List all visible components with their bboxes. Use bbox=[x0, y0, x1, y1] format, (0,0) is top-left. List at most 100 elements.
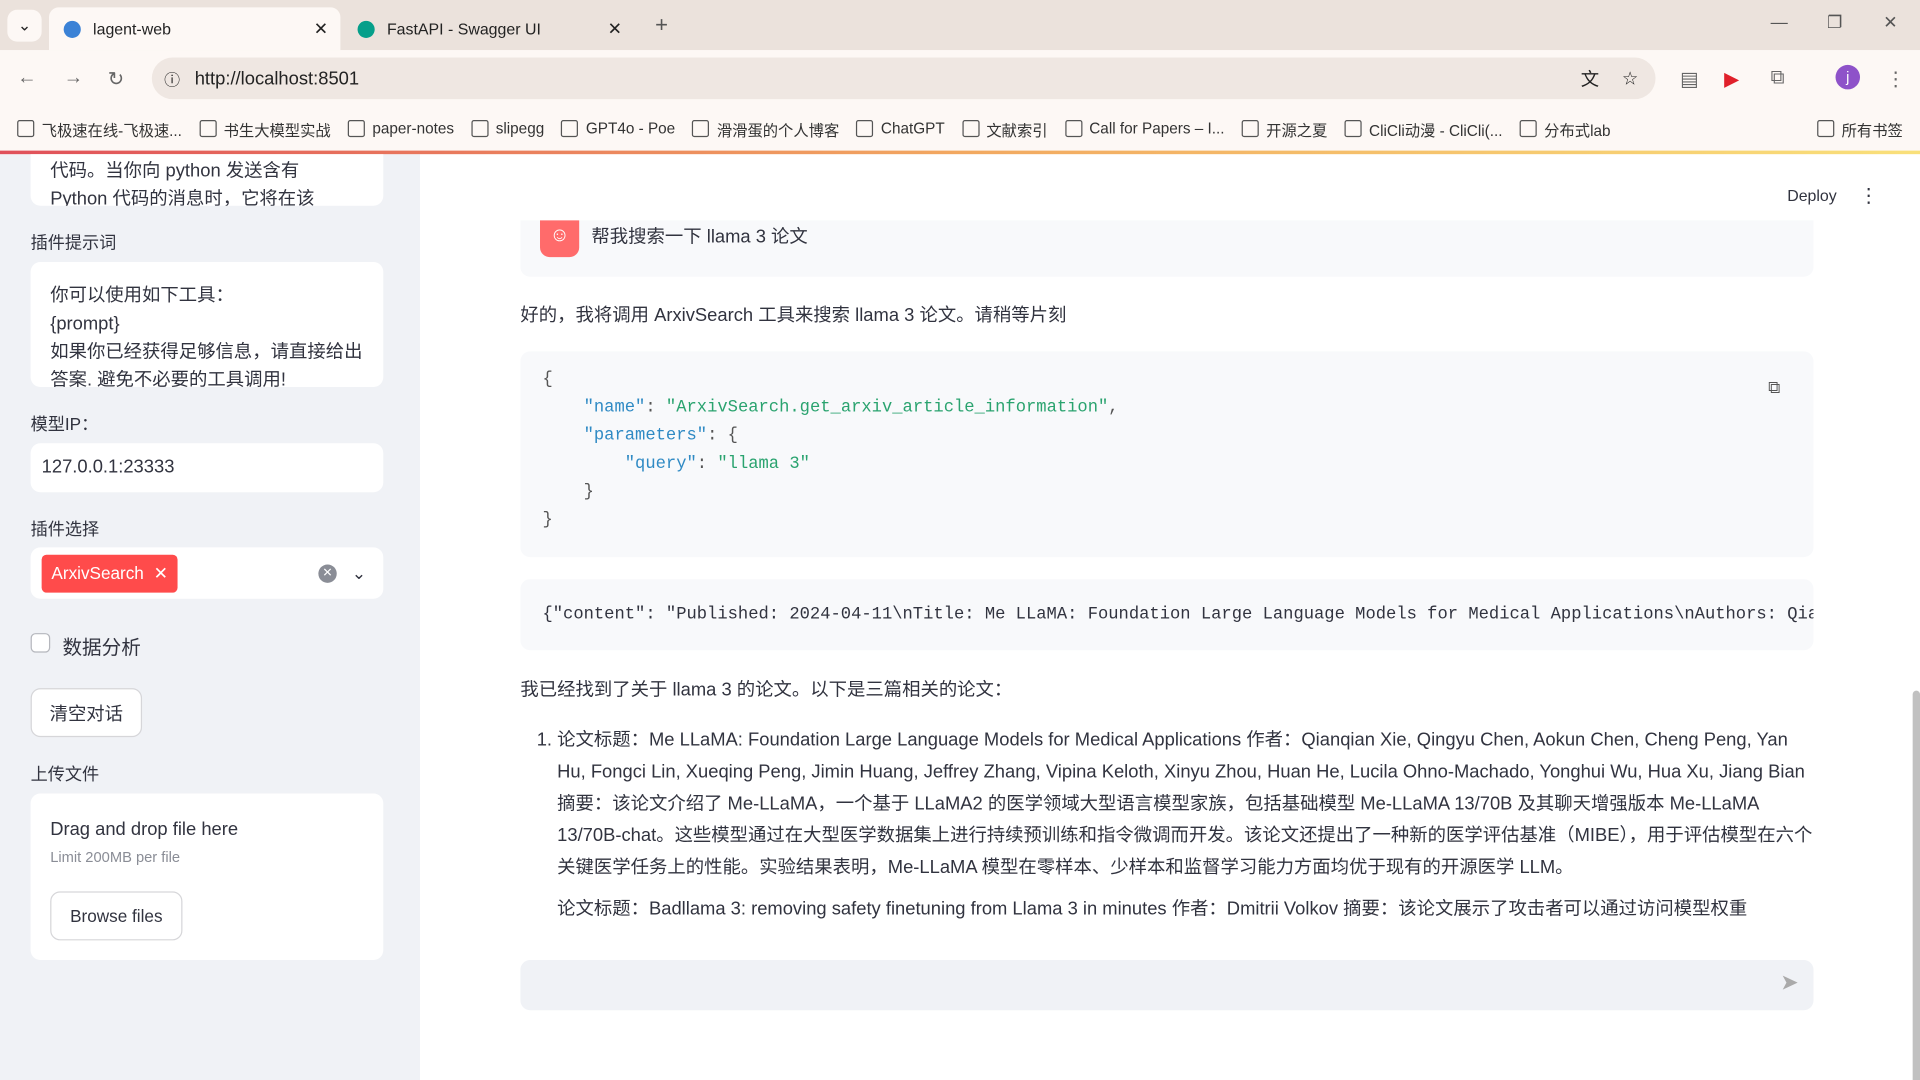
user-message-text: 帮我搜索一下 llama 3 论文 bbox=[591, 226, 808, 248]
scrollbar[interactable] bbox=[1912, 690, 1920, 1080]
clear-chat-button[interactable]: 清空对话 bbox=[30, 688, 143, 738]
bookmark-label: 开源之夏 bbox=[1266, 121, 1328, 139]
json-key: "name" bbox=[583, 397, 646, 418]
bookmark-item[interactable]: paper-notes bbox=[347, 120, 454, 138]
json-key: "query" bbox=[624, 454, 697, 474]
close-window-button[interactable]: ✕ bbox=[1883, 12, 1897, 33]
upload-label: 上传文件 bbox=[30, 764, 100, 784]
bookmark-item[interactable]: 文献索引 bbox=[961, 117, 1048, 140]
bookmark-icon bbox=[856, 120, 874, 138]
browser-toolbar: ← → ↻ ⓘ http://localhost:8501 文 ☆ ▤ ▶ ⧉ … bbox=[0, 50, 1920, 107]
data-analysis-label: 数据分析 bbox=[62, 637, 141, 659]
new-tab-button[interactable]: + bbox=[655, 12, 668, 38]
all-bookmarks-label: 所有书签 bbox=[1841, 121, 1903, 139]
bookmark-item[interactable]: GPT4o - Poe bbox=[561, 120, 676, 138]
copy-icon[interactable]: ⧉ bbox=[1768, 377, 1780, 398]
fastapi-icon bbox=[357, 20, 375, 38]
model-ip-input[interactable]: 127.0.0.1:23333 bbox=[30, 443, 384, 493]
sidebar: 代码。当你向 python 发送含有 Python 代码的消息时，它将在该 插件… bbox=[0, 154, 421, 1080]
reload-icon[interactable]: ↻ bbox=[108, 67, 124, 91]
back-icon[interactable]: ← bbox=[17, 67, 37, 89]
bookmark-label: 飞极速在线-飞极速... bbox=[41, 121, 182, 139]
answer-intro: 我已经找到了关于 llama 3 的论文。以下是三篇相关的论文： bbox=[520, 679, 1013, 701]
site-info-icon[interactable]: ⓘ bbox=[164, 67, 180, 90]
clear-icon[interactable]: ✕ bbox=[318, 563, 337, 583]
bookmark-icon bbox=[1344, 120, 1362, 138]
main-menu-icon[interactable]: ⋮ bbox=[1859, 184, 1879, 208]
bookmark-label: GPT4o - Poe bbox=[585, 120, 676, 138]
bookmark-item[interactable]: 开源之夏 bbox=[1241, 117, 1328, 140]
bookmark-label: 书生大模型实战 bbox=[223, 121, 331, 139]
bookmark-item[interactable]: slipegg bbox=[471, 120, 545, 138]
tool-call-code: { "name": "ArxivSearch.get_arxiv_article… bbox=[520, 351, 1814, 558]
bookmark-icon bbox=[471, 120, 489, 138]
bookmark-icon bbox=[1241, 120, 1259, 138]
tab-title: lagent-web bbox=[93, 19, 171, 38]
reading-list-icon[interactable]: ▤ bbox=[1680, 67, 1699, 91]
menu-icon[interactable]: ⋮ bbox=[1886, 67, 1906, 91]
bookmark-item[interactable]: Call for Papers – I... bbox=[1064, 120, 1225, 138]
tool-result-code: {"content": "Published: 2024-04-11\nTitl… bbox=[520, 579, 1814, 651]
chat-main: Deploy ⋮ ☺ 帮我搜索一下 llama 3 论文 好的，我将调用 Arx… bbox=[420, 154, 1920, 1080]
send-icon[interactable]: ➤ bbox=[1780, 970, 1798, 996]
tag-label: ArxivSearch bbox=[51, 562, 144, 583]
bookmark-label: 文献索引 bbox=[986, 121, 1048, 139]
plugin-prompt-textarea[interactable]: 你可以使用如下工具： {prompt} 如果你已经获得足够信息，请直接给出答案.… bbox=[30, 262, 384, 387]
selected-plugin-tag: ArxivSearch ✕ bbox=[41, 554, 178, 593]
plugin-multiselect[interactable]: ArxivSearch ✕ ✕ ⌄ bbox=[30, 547, 384, 599]
plugin-prompt-label: 插件提示词 bbox=[30, 232, 117, 253]
browse-files-button[interactable]: Browse files bbox=[50, 891, 183, 941]
bookmark-icon bbox=[347, 120, 366, 138]
plugin-select-label: 插件选择 bbox=[30, 519, 100, 539]
tab-title: FastAPI - Swagger UI bbox=[386, 19, 541, 38]
bookmark-item[interactable]: 书生大模型实战 bbox=[199, 117, 331, 140]
forward-icon[interactable]: → bbox=[64, 67, 84, 89]
translate-icon[interactable]: 文 bbox=[1581, 66, 1599, 92]
limit-text: Limit 200MB per file bbox=[50, 848, 181, 866]
avatar[interactable]: j bbox=[1835, 64, 1861, 90]
drop-text: Drag and drop file here bbox=[50, 819, 239, 841]
extension-icon[interactable]: ▶ bbox=[1724, 67, 1739, 91]
deploy-button[interactable]: Deploy bbox=[1787, 186, 1837, 204]
bookmark-item[interactable]: CliCli动漫 - CliCli(... bbox=[1344, 117, 1503, 140]
bookmark-label: ChatGPT bbox=[880, 120, 945, 138]
system-prompt-textarea[interactable]: 代码。当你向 python 发送含有 Python 代码的消息时，它将在该 bbox=[30, 154, 384, 206]
all-bookmarks[interactable]: 所有书签 bbox=[1817, 117, 1903, 140]
tab-bar: ⌄ lagent-web ✕ FastAPI - Swagger UI ✕ + … bbox=[0, 0, 1920, 51]
file-dropzone[interactable]: Drag and drop file here Limit 200MB per … bbox=[30, 793, 384, 961]
tab-fastapi[interactable]: FastAPI - Swagger UI ✕ bbox=[343, 7, 634, 50]
bookmark-label: 滑滑蛋的个人博客 bbox=[716, 121, 840, 139]
bookmark-item[interactable]: ChatGPT bbox=[856, 120, 945, 138]
bookmark-item[interactable]: 飞极速在线-飞极速... bbox=[17, 117, 182, 140]
bookmark-label: 分布式lab bbox=[1544, 121, 1611, 139]
json-key: "parameters" bbox=[583, 426, 708, 446]
list-item: 论文标题：Me LLaMA: Foundation Large Language… bbox=[557, 725, 1813, 884]
remove-tag-icon[interactable]: ✕ bbox=[154, 559, 168, 587]
bookmark-icon bbox=[561, 120, 579, 138]
close-icon[interactable]: ✕ bbox=[314, 18, 328, 39]
tab-search-button[interactable]: ⌄ bbox=[7, 9, 42, 42]
data-analysis-checkbox[interactable] bbox=[30, 633, 51, 653]
restore-button[interactable]: ❐ bbox=[1827, 12, 1842, 33]
star-icon[interactable]: ☆ bbox=[1622, 67, 1638, 90]
user-message: ☺ 帮我搜索一下 llama 3 论文 bbox=[520, 220, 1814, 277]
bookmarks-bar: 飞极速在线-飞极速... 书生大模型实战 paper-notes slipegg GPT… bbox=[0, 106, 1920, 151]
address-bar[interactable]: ⓘ http://localhost:8501 文 ☆ bbox=[151, 57, 1656, 100]
url-text: http://localhost:8501 bbox=[194, 67, 360, 89]
chat-input[interactable]: ➤ bbox=[520, 960, 1814, 1011]
close-icon[interactable]: ✕ bbox=[608, 18, 622, 39]
bookmark-icon bbox=[961, 120, 980, 138]
list-item: 论文标题：Badllama 3: removing safety finetun… bbox=[557, 894, 1813, 926]
bookmark-item[interactable]: 滑滑蛋的个人博客 bbox=[692, 117, 839, 140]
folder-icon bbox=[1817, 120, 1835, 138]
bookmark-icon bbox=[199, 120, 217, 138]
bookmark-label: Call for Papers – I... bbox=[1089, 120, 1225, 138]
minimize-button[interactable]: — bbox=[1771, 12, 1788, 32]
paper-list: 论文标题：Me LLaMA: Foundation Large Language… bbox=[520, 725, 1813, 936]
bookmark-item[interactable]: 分布式lab bbox=[1519, 117, 1611, 140]
bookmark-label: slipegg bbox=[495, 120, 545, 138]
extensions-icon[interactable]: ⧉ bbox=[1771, 67, 1785, 89]
tab-lagent-web[interactable]: lagent-web ✕ bbox=[48, 7, 341, 51]
user-avatar-icon: ☺ bbox=[540, 220, 580, 258]
chevron-down-icon[interactable]: ⌄ bbox=[352, 559, 366, 587]
